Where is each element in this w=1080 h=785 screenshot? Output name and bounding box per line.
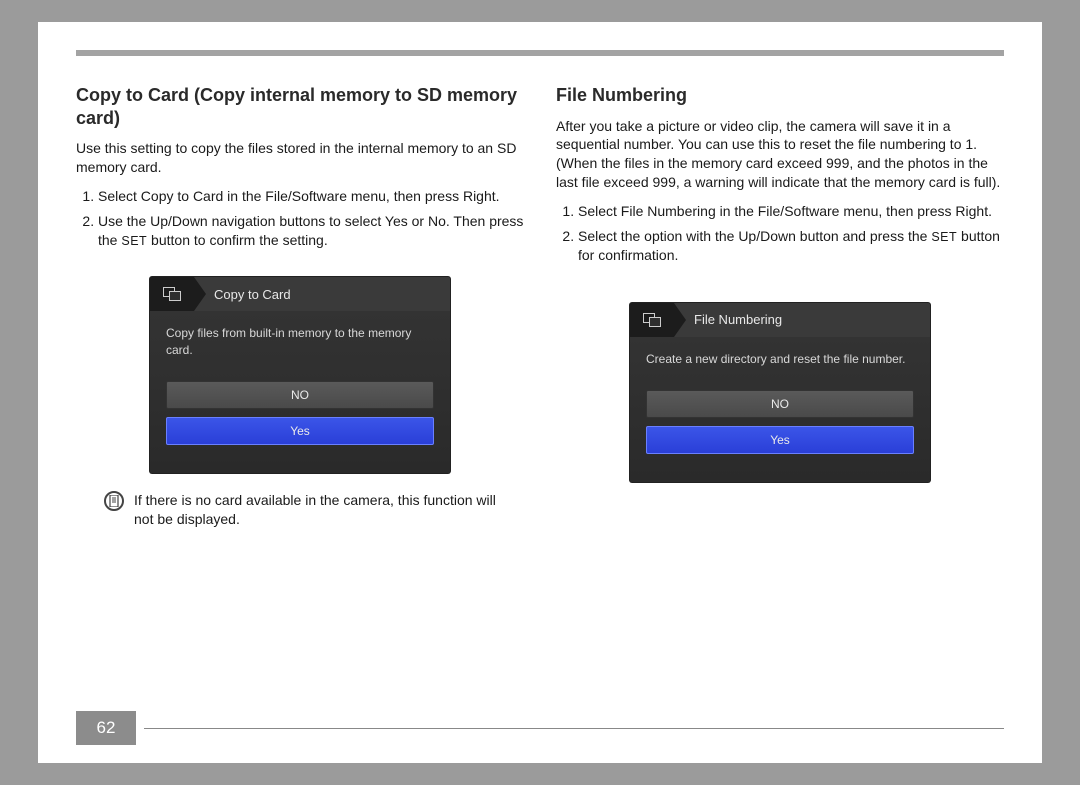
screen-body: Copy files from built-in memory to the m… [150, 311, 450, 473]
note-row: If there is no card available in the cam… [76, 491, 524, 529]
right-column: File Numbering After you take a picture … [556, 84, 1004, 529]
option-yes[interactable]: Yes [646, 426, 914, 454]
screen-caption: Copy files from built-in memory to the m… [166, 325, 434, 359]
top-divider [76, 50, 1004, 56]
screen-header: File Numbering [630, 303, 930, 337]
camera-screen-copy-to-card: Copy to Card Copy files from built-in me… [150, 277, 450, 473]
cards-icon [630, 303, 674, 337]
screen-title: File Numbering [674, 303, 930, 337]
page-footer: 62 [38, 711, 1004, 745]
camera-screen-file-numbering: File Numbering Create a new directory an… [630, 303, 930, 482]
footer-line [144, 728, 1004, 729]
step-item: Select the option with the Up/Down butto… [578, 227, 1004, 265]
manual-page: Copy to Card (Copy internal memory to SD… [38, 22, 1042, 763]
screen-header: Copy to Card [150, 277, 450, 311]
step-text: button to confirm the setting. [147, 232, 328, 248]
set-button-label: SET [121, 234, 147, 248]
step-item: Use the Up/Down navigation buttons to se… [98, 212, 524, 250]
page-number: 62 [76, 711, 136, 745]
step-item: Select File Numbering in the File/Softwa… [578, 202, 1004, 221]
content-columns: Copy to Card (Copy internal memory to SD… [76, 84, 1004, 529]
section-heading-copy-to-card: Copy to Card (Copy internal memory to SD… [76, 84, 524, 129]
section-description: Use this setting to copy the files store… [76, 139, 524, 177]
note-icon [104, 491, 124, 511]
screen-title: Copy to Card [194, 277, 450, 311]
chevron-icon [674, 303, 686, 337]
note-text: If there is no card available in the cam… [134, 491, 504, 529]
step-text: Select the option with the Up/Down butto… [578, 228, 931, 244]
cards-icon [150, 277, 194, 311]
section-description: After you take a picture or video clip, … [556, 117, 1004, 193]
option-no[interactable]: NO [166, 381, 434, 409]
left-column: Copy to Card (Copy internal memory to SD… [76, 84, 524, 529]
step-item: Select Copy to Card in the File/Software… [98, 187, 524, 206]
option-yes[interactable]: Yes [166, 417, 434, 445]
set-button-label: SET [931, 230, 957, 244]
option-no[interactable]: NO [646, 390, 914, 418]
screen-title-text: Copy to Card [214, 287, 291, 302]
chevron-icon [194, 277, 206, 311]
steps-list: Select File Numbering in the File/Softwa… [556, 202, 1004, 265]
screen-title-text: File Numbering [694, 312, 782, 327]
steps-list: Select Copy to Card in the File/Software… [76, 187, 524, 250]
screen-body: Create a new directory and reset the fil… [630, 337, 930, 482]
screen-caption: Create a new directory and reset the fil… [646, 351, 914, 368]
section-heading-file-numbering: File Numbering [556, 84, 1004, 107]
